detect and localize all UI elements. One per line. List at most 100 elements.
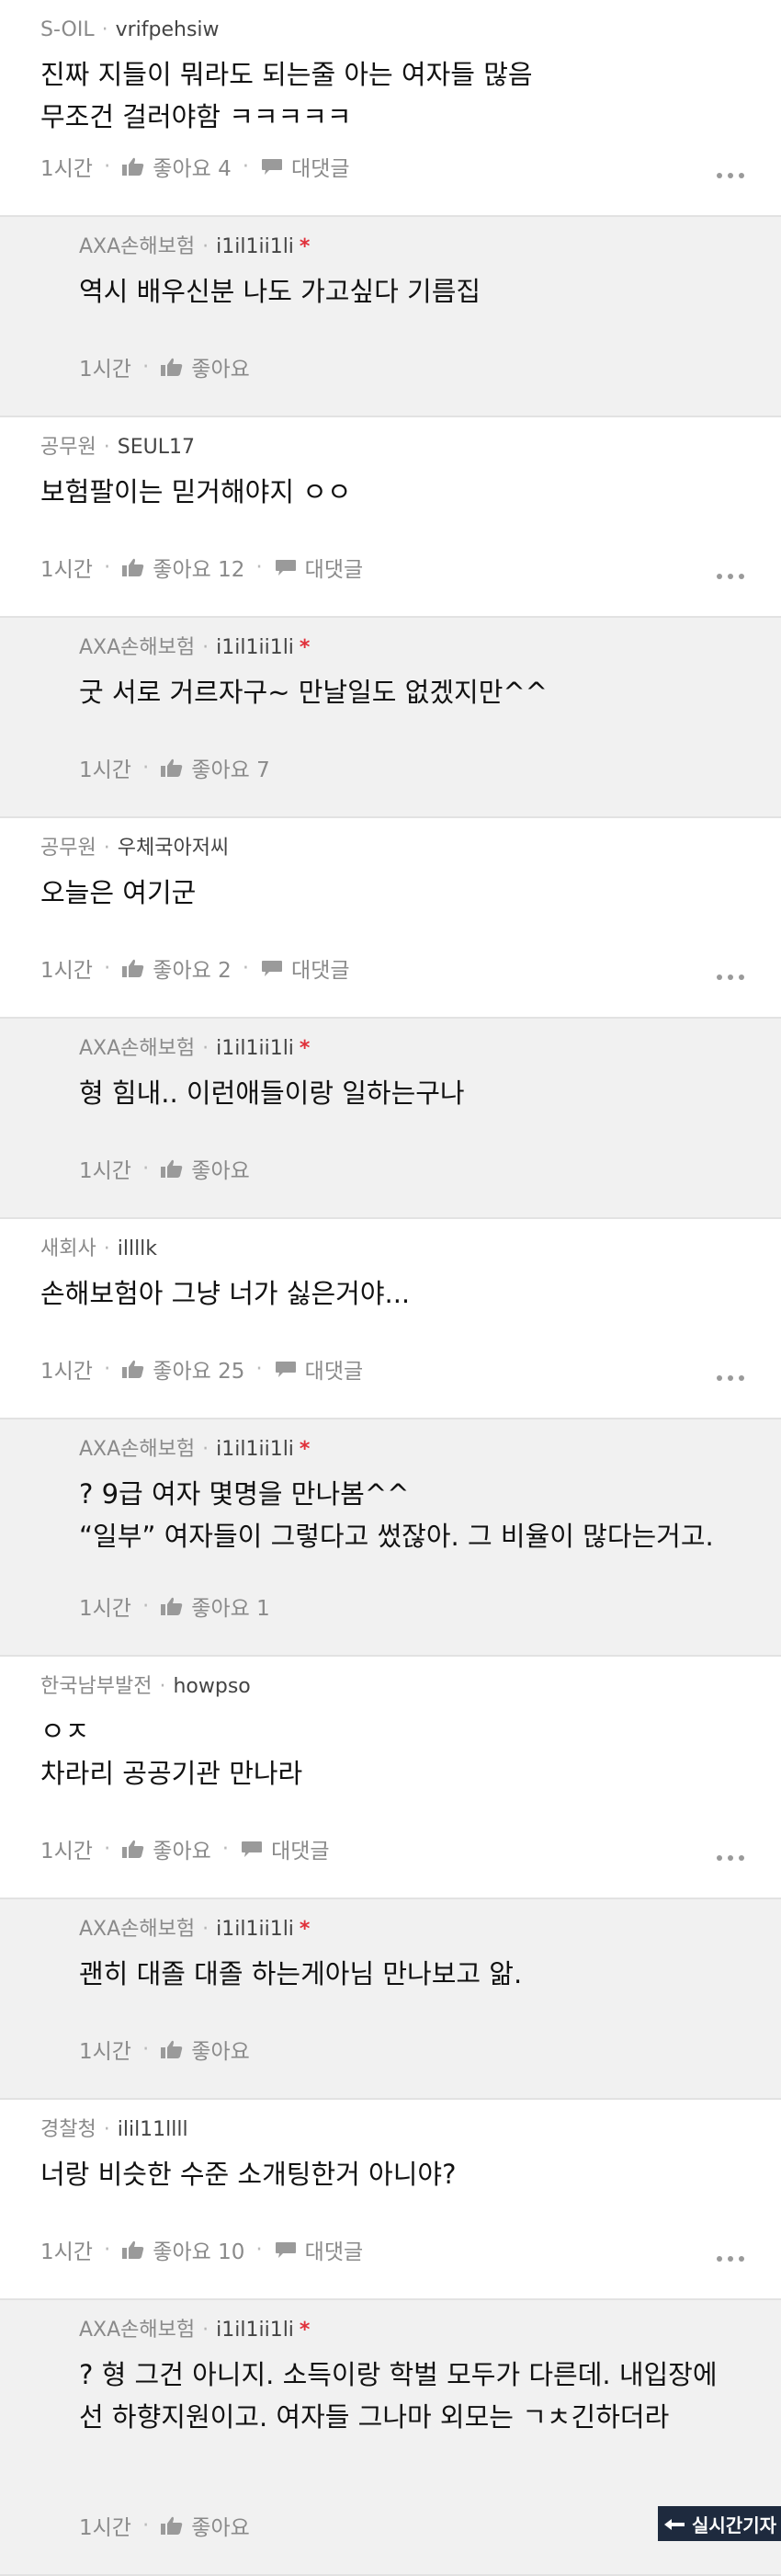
author-nickname[interactable]: i1il1ii1li <box>216 2319 294 2342</box>
like-button[interactable]: 좋아요 <box>160 1153 249 1184</box>
like-button[interactable]: 좋아요 <box>160 2034 249 2065</box>
author-company[interactable]: 한국남부발전 <box>40 1675 152 1698</box>
reply-button[interactable]: 대댓글 <box>274 1353 363 1385</box>
comment: S-OIL·vrifpehsiw진짜 지들이 뭐라도 되는줄 아는 여자들 많음… <box>0 0 781 217</box>
author-nickname[interactable]: i1il1ii1li <box>216 1037 294 1060</box>
like-count: 좋아요 10 <box>153 2234 244 2265</box>
speech-bubble-icon <box>260 156 284 177</box>
author-company[interactable]: 공무원 <box>40 436 96 459</box>
author-nickname[interactable]: i1il1ii1li <box>216 235 294 258</box>
like-button[interactable]: 좋아요 <box>160 351 249 382</box>
comment-line: 선 하향지원이고. 여자들 그나마 외모는 ㄱㅊ긴하더라 <box>79 2396 744 2438</box>
meta-separator: · <box>96 2118 118 2141</box>
meta-separator: · <box>96 436 118 459</box>
comment-actions: 1시간·좋아요 25·대댓글 <box>40 1353 363 1385</box>
like-button[interactable]: 좋아요 12 <box>121 552 244 583</box>
author-nickname[interactable]: vrifpehsiw <box>116 18 220 41</box>
like-button[interactable]: 좋아요 10 <box>121 2234 244 2265</box>
thumbs-up-icon <box>160 1158 184 1179</box>
like-button[interactable]: 좋아요 7 <box>160 752 269 783</box>
comment: 새회사·illllk손해보험아 그냥 너가 싫은거야...1시간·좋아요 25·… <box>0 1219 781 1419</box>
like-button[interactable]: 좋아요 1 <box>160 1590 269 1622</box>
comment: 한국남부발전·howpso ㅇㅈ차라리 공공기관 만나라 1시간·좋아요·대댓글 <box>0 1657 781 1899</box>
thumbs-up-icon <box>121 1839 145 1859</box>
meta-separator: · <box>195 235 216 258</box>
reply-button[interactable]: 대댓글 <box>260 952 349 984</box>
like-button[interactable]: 좋아요 <box>121 1833 210 1864</box>
comment-text: 보험팔이는 믿거해야지 ㅇㅇ <box>40 471 744 513</box>
comment-actions: 1시간·좋아요 1 <box>79 1590 270 1622</box>
author-company[interactable]: AXA손해보험 <box>79 1037 195 1060</box>
original-author-marker: * <box>294 235 311 258</box>
comment-time: 1시간 <box>40 2234 93 2265</box>
like-button[interactable]: 좋아요 <box>160 2510 249 2541</box>
comment-actions: 1시간·좋아요 12·대댓글 <box>40 552 363 583</box>
thumbs-up-icon <box>121 156 145 177</box>
author-nickname[interactable]: i1il1ii1li <box>216 1438 294 1461</box>
reply-button[interactable]: 대댓글 <box>240 1833 329 1864</box>
actions-separator: · <box>244 2238 273 2262</box>
comment-actions: 1시간·좋아요 <box>79 351 250 382</box>
more-dots-icon[interactable] <box>717 173 744 178</box>
reply-button[interactable]: 대댓글 <box>274 552 363 583</box>
comment-actions: 1시간·좋아요·대댓글 <box>40 1833 330 1864</box>
meta-separator: · <box>95 18 116 41</box>
comment-text: ㅇㅈ차라리 공공기관 만나라 <box>40 1710 744 1795</box>
thumbs-up-icon <box>121 1359 145 1379</box>
like-count: 좋아요 7 <box>191 752 269 783</box>
author-company[interactable]: 새회사 <box>40 1237 96 1260</box>
meta-separator: · <box>152 1675 173 1698</box>
comment-time: 1시간 <box>40 552 93 583</box>
more-dots-icon[interactable] <box>717 574 744 579</box>
actions-separator: · <box>232 154 260 178</box>
author-nickname[interactable]: illllk <box>118 1237 157 1260</box>
reply-comment: AXA손해보험·i1il1ii1li*괜히 대졸 대졸 하는게아님 만나보고 앎… <box>0 1899 781 2100</box>
like-button[interactable]: 좋아요 25 <box>121 1353 244 1385</box>
thumbs-up-icon <box>121 958 145 978</box>
thumbs-up-icon <box>160 357 184 377</box>
meta-separator: · <box>195 1438 216 1461</box>
author-nickname[interactable]: ilil11llll <box>118 2118 188 2141</box>
author-nickname[interactable]: howpso <box>173 1675 250 1698</box>
more-dots-icon[interactable] <box>717 1375 744 1381</box>
author-company[interactable]: AXA손해보험 <box>79 1438 195 1461</box>
comment-text: ? 형 그건 아니지. 소득이랑 학벌 모두가 다른데. 내입장에선 하향지원이… <box>79 2354 744 2438</box>
comment-line: ? 9급 여자 몇명을 만나봄^^ <box>79 1473 744 1515</box>
more-dots-icon[interactable] <box>717 1855 744 1861</box>
reply-comment: AXA손해보험·i1il1ii1li*굿 서로 거르자구~ 만날일도 없겠지만^… <box>0 618 781 818</box>
author-nickname[interactable]: i1il1ii1li <box>216 1918 294 1941</box>
like-button[interactable]: 좋아요 4 <box>121 151 231 182</box>
author-company[interactable]: 경찰청 <box>40 2118 96 2141</box>
like-button[interactable]: 좋아요 2 <box>121 952 231 984</box>
reply-comment: AXA손해보험·i1il1ii1li* 역시 배우신분 나도 가고싶다 기름집 1시… <box>0 217 781 417</box>
meta-separator: · <box>195 2319 216 2342</box>
comment-meta: 공무원·SEUL17 <box>40 434 744 462</box>
reply-comment: AXA손해보험·i1il1ii1li*형 힘내.. 이런애들이랑 일하는구나1시… <box>0 1019 781 1219</box>
reply-label: 대댓글 <box>291 952 349 984</box>
comment-meta: 공무원·우체국아저씨 <box>40 835 744 862</box>
author-company[interactable]: AXA손해보험 <box>79 2319 195 2342</box>
author-nickname[interactable]: 우체국아저씨 <box>118 837 229 860</box>
comment-time: 1시간 <box>79 752 131 783</box>
reply-button[interactable]: 대댓글 <box>274 2234 363 2265</box>
comment-text: 손해보험아 그냥 너가 싫은거야... <box>40 1272 744 1315</box>
actions-separator: · <box>131 756 160 780</box>
author-company[interactable]: AXA손해보험 <box>79 235 195 258</box>
comment-actions: 1시간·좋아요 <box>79 1153 250 1184</box>
actions-separator: · <box>232 956 260 980</box>
author-company[interactable]: 공무원 <box>40 837 96 860</box>
reply-button[interactable]: 대댓글 <box>260 151 349 182</box>
like-count: 좋아요 4 <box>153 151 231 182</box>
comment-line: 형 힘내.. 이런애들이랑 일하는구나 <box>79 1072 744 1114</box>
like-count: 좋아요 <box>191 2034 249 2065</box>
more-dots-icon[interactable] <box>717 975 744 980</box>
author-nickname[interactable]: SEUL17 <box>118 436 195 459</box>
comment-text: 역시 배우신분 나도 가고싶다 기름집 <box>79 270 744 313</box>
more-dots-icon[interactable] <box>717 2256 744 2262</box>
thumbs-up-icon <box>160 2039 184 2059</box>
author-company[interactable]: AXA손해보험 <box>79 636 195 659</box>
author-company[interactable]: S-OIL <box>40 18 95 41</box>
thumbs-up-icon <box>160 2515 184 2536</box>
author-company[interactable]: AXA손해보험 <box>79 1918 195 1941</box>
author-nickname[interactable]: i1il1ii1li <box>216 636 294 659</box>
